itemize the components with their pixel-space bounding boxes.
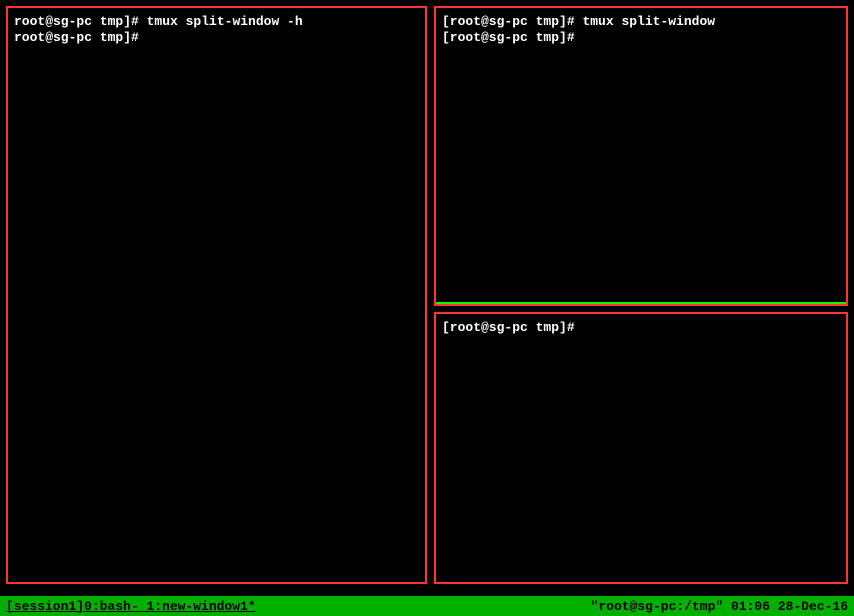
- tmux-pane-left[interactable]: root@sg-pc tmp]# tmux split-window -h ro…: [6, 6, 427, 584]
- shell-prompt: [root@sg-pc tmp]#: [442, 30, 575, 45]
- shell-prompt: root@sg-pc tmp]#: [14, 14, 147, 29]
- shell-command: tmux split-window -h: [147, 14, 303, 29]
- tmux-terminal: root@sg-pc tmp]# tmux split-window -h ro…: [0, 0, 854, 616]
- terminal-line: root@sg-pc tmp]# tmux split-window -h: [14, 14, 419, 30]
- tmux-pane-bottom-right[interactable]: [root@sg-pc tmp]#: [434, 312, 848, 584]
- shell-prompt: root@sg-pc tmp]#: [14, 30, 139, 45]
- shell-command: tmux split-window: [582, 14, 715, 29]
- pane-divider-horizontal: [436, 302, 846, 304]
- terminal-line: [root@sg-pc tmp]#: [442, 30, 840, 46]
- terminal-line: [root@sg-pc tmp]# tmux split-window: [442, 14, 840, 30]
- tmux-pane-top-right[interactable]: [root@sg-pc tmp]# tmux split-window [roo…: [434, 6, 848, 306]
- status-host-time: "root@sg-pc:/tmp" 01:06 28-Dec-16: [591, 599, 848, 614]
- status-session-windows: [session1]0:bash- 1:new-window1*: [6, 599, 256, 614]
- terminal-line: [root@sg-pc tmp]#: [442, 320, 840, 336]
- tmux-status-bar: [session1]0:bash- 1:new-window1* "root@s…: [0, 596, 854, 616]
- terminal-line: root@sg-pc tmp]#: [14, 30, 419, 46]
- shell-prompt: [root@sg-pc tmp]#: [442, 320, 575, 335]
- shell-prompt: [root@sg-pc tmp]#: [442, 14, 582, 29]
